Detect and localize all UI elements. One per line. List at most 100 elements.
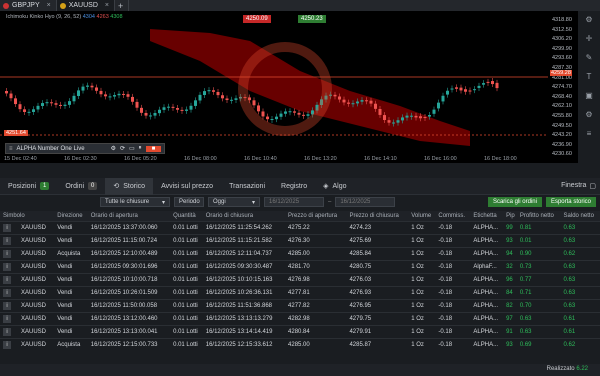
gear-icon[interactable]: ⚙ bbox=[585, 110, 592, 119]
candle bbox=[297, 112, 301, 115]
table-cell: Vendi bbox=[54, 311, 88, 325]
table-cell: 0.63 bbox=[560, 298, 600, 312]
column-header[interactable]: Pip bbox=[503, 211, 517, 221]
table-row[interactable]: i XAUUSD Acquista 16/12/2025 12:15:00.733 0.… bbox=[0, 337, 600, 351]
date-range-select[interactable]: Oggi ▾ bbox=[208, 197, 260, 207]
column-header[interactable]: Direzione bbox=[54, 211, 88, 221]
tab-price-alerts[interactable]: Avvisi sul prezzo bbox=[153, 178, 221, 195]
pause-icon[interactable]: ⏸ bbox=[139, 145, 142, 152]
info-icon[interactable]: i bbox=[3, 223, 11, 232]
info-icon[interactable]: i bbox=[3, 275, 11, 284]
close-icon[interactable]: × bbox=[105, 2, 109, 9]
table-cell: 0.63 bbox=[560, 220, 600, 234]
info-icon[interactable]: i bbox=[3, 236, 11, 245]
column-header[interactable]: Orario di chiusura bbox=[202, 211, 286, 221]
pencil-icon[interactable]: ✎ bbox=[586, 53, 593, 62]
history-filter-bar: Tutte le chiusure ▾ Periodo Oggi ▾ 16/12/2… bbox=[0, 195, 600, 209]
table-row[interactable]: i XAUUSD Vendi 16/12/2025 10:10:00.718 0.01 … bbox=[0, 272, 600, 286]
add-tab-button[interactable]: + bbox=[115, 0, 130, 11]
candle bbox=[122, 93, 125, 95]
column-header[interactable]: Simbolo bbox=[0, 211, 55, 221]
export-history-button[interactable]: Esporta storico bbox=[545, 197, 596, 207]
tab-history[interactable]: ⟲ Storico bbox=[105, 177, 154, 195]
table-row[interactable]: i XAUUSD Vendi 16/12/2025 10:26:01.509 0.01 … bbox=[0, 285, 600, 299]
tab-log[interactable]: Registro bbox=[273, 178, 315, 195]
download-orders-button[interactable]: Scarica gli ordini bbox=[487, 197, 542, 207]
table-cell: 82 bbox=[503, 298, 517, 312]
row-info-cell: i XAUUSD bbox=[0, 311, 55, 325]
table-cell: 1 Oz bbox=[408, 324, 436, 338]
info-icon[interactable]: i bbox=[3, 249, 11, 258]
table-cell: Vendi bbox=[54, 233, 88, 247]
tab-orders[interactable]: Ordini 0 bbox=[57, 178, 105, 195]
candle bbox=[216, 91, 220, 96]
info-icon[interactable]: i bbox=[3, 301, 11, 310]
tab-xauusd[interactable]: XAUUSD × bbox=[56, 0, 115, 11]
close-icon[interactable]: × bbox=[47, 2, 51, 9]
price-chart[interactable]: Ichimoku Kinko Hyo (9, 26, 52) 4304 4263… bbox=[0, 11, 578, 163]
candle bbox=[5, 91, 8, 94]
column-header[interactable]: Profitto netto bbox=[516, 211, 561, 221]
settings-icon[interactable]: ⚙ bbox=[585, 15, 592, 24]
table-cell: XAUUSD bbox=[21, 263, 47, 270]
candle bbox=[270, 119, 274, 121]
column-header[interactable]: Volume bbox=[408, 211, 436, 221]
table-cell: 0.01 Lotti bbox=[170, 324, 203, 338]
tab-transactions[interactable]: Transazioni bbox=[221, 178, 273, 195]
table-cell: 4276.03 bbox=[346, 272, 409, 286]
sell-price-button[interactable]: 4250.09 bbox=[243, 15, 271, 23]
closure-filter-select[interactable]: Tutte le chiusure ▾ bbox=[100, 197, 170, 207]
candle bbox=[405, 115, 409, 118]
start-date-field[interactable]: 16/12/2025 bbox=[264, 197, 324, 207]
refresh-icon[interactable]: ⟳ bbox=[120, 145, 125, 152]
candle bbox=[9, 93, 13, 99]
table-cell: XAUUSD bbox=[21, 224, 47, 231]
candle bbox=[104, 94, 107, 97]
realized-label: Realizzato bbox=[546, 366, 575, 372]
level-tag: 4251.64 bbox=[4, 130, 28, 136]
table-cell: 4279.75 bbox=[346, 311, 409, 325]
info-icon[interactable]: i bbox=[3, 327, 11, 336]
table-row[interactable]: i XAUUSD Vendi 16/12/2025 13:37:00.060 0.01 … bbox=[0, 220, 600, 234]
column-header[interactable]: Prezzo di chiusura bbox=[346, 211, 409, 221]
column-header[interactable]: Etichetta bbox=[470, 211, 504, 221]
column-header[interactable]: Prezzo di apertura bbox=[285, 211, 347, 221]
buy-price-button[interactable]: 4250.23 bbox=[298, 15, 326, 23]
maximize-icon[interactable]: ▢ bbox=[589, 182, 596, 190]
tab-algo[interactable]: ◈ Algo bbox=[315, 178, 354, 195]
info-icon[interactable]: i bbox=[3, 288, 11, 297]
info-icon[interactable]: i bbox=[3, 314, 11, 323]
candle bbox=[113, 95, 116, 97]
end-date-field[interactable]: 16/12/2025 bbox=[335, 197, 396, 207]
table-row[interactable]: i XAUUSD Acquista 16/12/2025 12:10:00.489 0.… bbox=[0, 246, 600, 260]
candle bbox=[360, 100, 364, 102]
tab-gbpjpy[interactable]: GBPJPY × bbox=[0, 0, 57, 11]
indicator-value-3: 4308 bbox=[110, 14, 123, 20]
table-cell: 0.63 bbox=[516, 311, 561, 325]
candle bbox=[131, 96, 134, 102]
table-row[interactable]: i XAUUSD Vendi 16/12/2025 11:50:00.058 0.01 … bbox=[0, 298, 600, 312]
info-icon[interactable]: i bbox=[3, 262, 11, 271]
tab-positions[interactable]: Posizioni 1 bbox=[0, 178, 57, 195]
table-row[interactable]: i XAUUSD Vendi 16/12/2025 09:30:01.696 0.01 … bbox=[0, 259, 600, 273]
stop-button[interactable]: ■ bbox=[145, 145, 162, 152]
camera-icon[interactable]: ▣ bbox=[585, 91, 593, 100]
table-cell: 0.71 bbox=[516, 285, 561, 299]
period-select[interactable]: Periodo bbox=[174, 197, 204, 207]
chart-icon[interactable]: ▭ bbox=[129, 145, 135, 152]
crosshair-icon[interactable]: ✛ bbox=[586, 34, 593, 43]
table-cell: XAUUSD bbox=[21, 315, 47, 322]
text-icon[interactable]: T bbox=[587, 72, 592, 81]
info-icon[interactable]: i bbox=[3, 340, 11, 349]
candle bbox=[342, 99, 346, 103]
column-header[interactable]: Quantità bbox=[170, 211, 203, 221]
tab-label: Avvisi sul prezzo bbox=[161, 182, 214, 190]
table-row[interactable]: i XAUUSD Vendi 16/12/2025 13:12:00.460 0.01 … bbox=[0, 311, 600, 325]
menu-icon[interactable]: ≡ bbox=[587, 129, 592, 138]
column-header[interactable]: Commiss. bbox=[435, 211, 471, 221]
column-header[interactable]: Orario di apertura bbox=[87, 211, 171, 221]
table-row[interactable]: i XAUUSD Vendi 16/12/2025 11:15:00.724 0.01 … bbox=[0, 233, 600, 247]
column-header[interactable]: Saldo netto bbox=[560, 211, 600, 221]
settings-icon[interactable]: ⚙ bbox=[111, 145, 116, 152]
table-row[interactable]: i XAUUSD Vendi 16/12/2025 13:13:00.041 0.01 … bbox=[0, 324, 600, 338]
